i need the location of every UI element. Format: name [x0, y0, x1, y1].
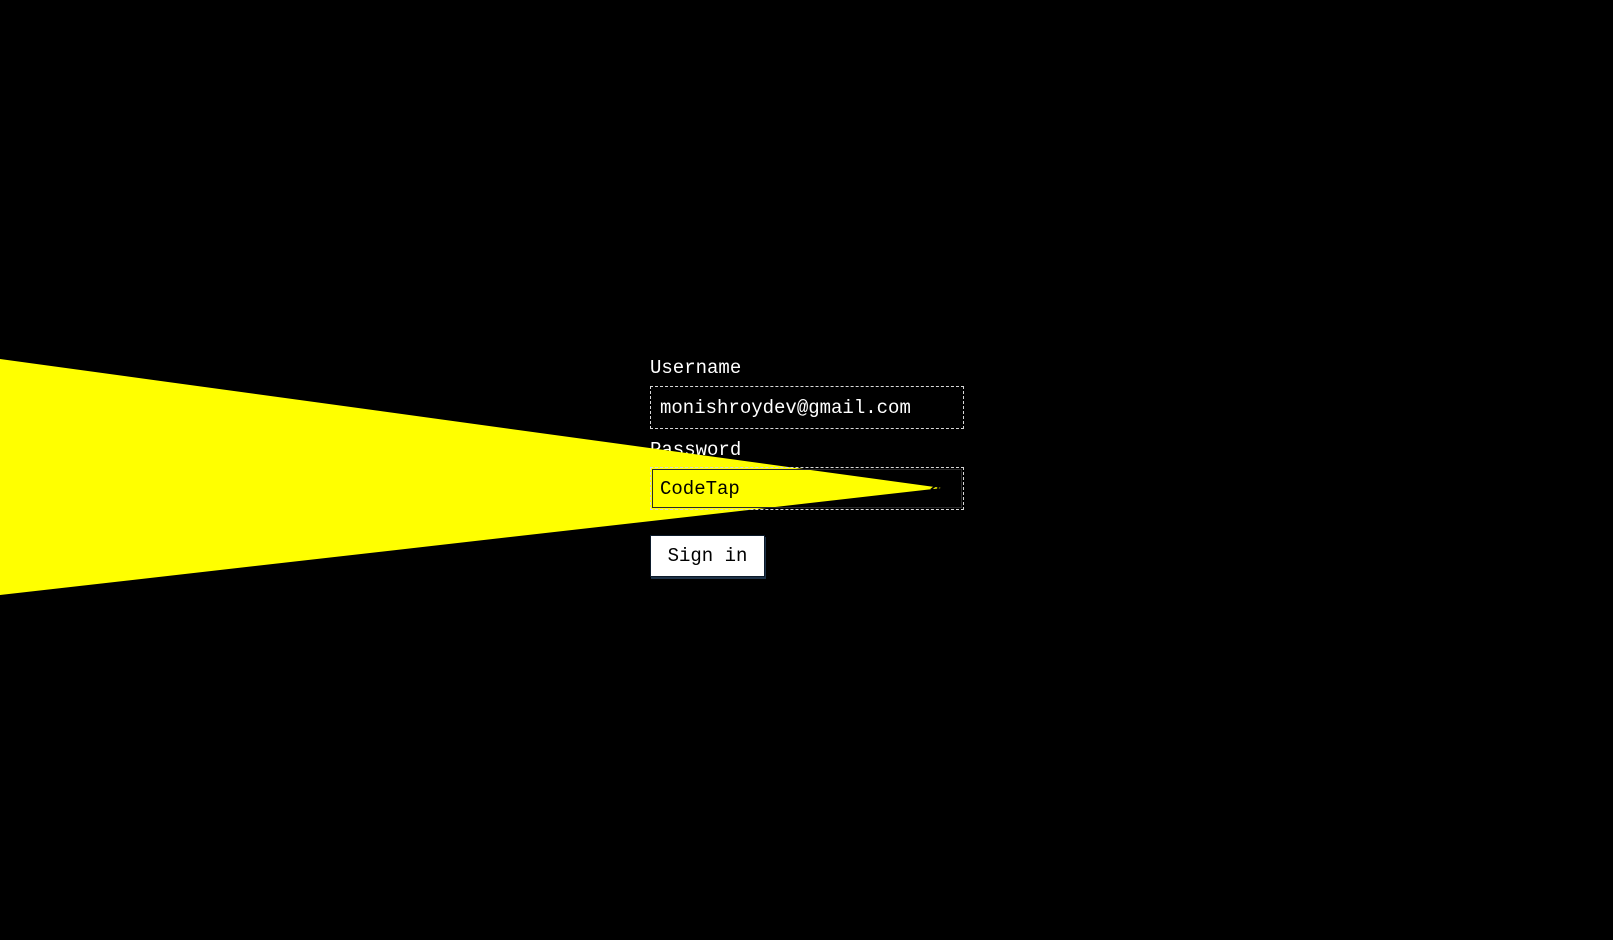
- password-label: Password: [650, 439, 742, 461]
- eye-icon[interactable]: [930, 479, 954, 499]
- password-field: [650, 467, 964, 510]
- username-field: [650, 386, 964, 429]
- username-input[interactable]: [660, 387, 930, 428]
- sign-in-button[interactable]: Sign in: [650, 535, 765, 577]
- username-label: Username: [650, 357, 742, 379]
- password-input[interactable]: [660, 468, 930, 509]
